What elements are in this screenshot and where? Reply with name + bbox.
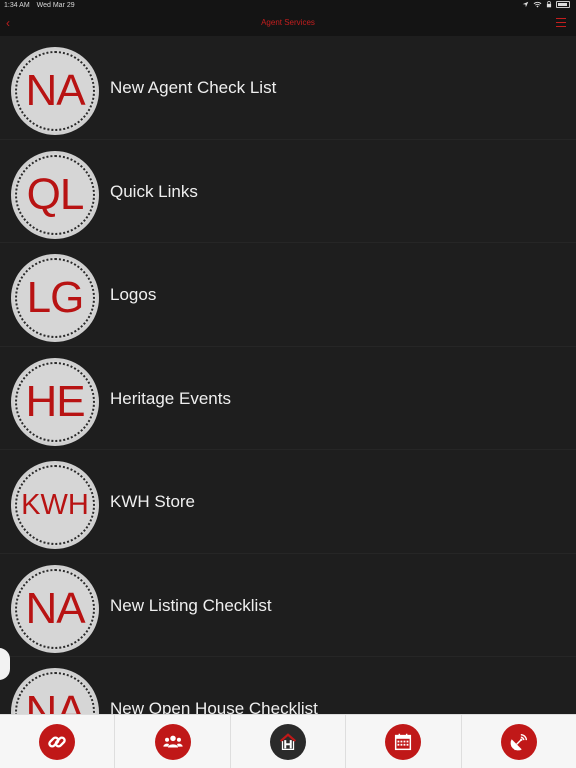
list-item[interactable]: HE Heritage Events [0,347,576,450]
avatar-initials: NA [25,687,85,714]
satellite-dish-icon [510,733,527,750]
tab-people[interactable] [115,715,231,768]
list-item[interactable]: NA New Open House Checklist [0,657,576,714]
tab-button[interactable] [39,723,76,760]
avatar-initials: HE [25,376,85,426]
list-item[interactable]: NA New Agent Check List [0,36,576,140]
status-time: 1:34 AM [4,2,30,9]
avatar-initials: NA [25,66,85,115]
tab-button[interactable] [270,723,307,760]
orientation-lock-icon [546,1,552,8]
avatar: LG [11,254,99,342]
avatar: KWH [11,461,99,549]
list-item-label: KWH Store [110,492,196,511]
location-icon [522,1,529,8]
services-list: NA New Agent Check List QL Quick Links L… [0,36,576,714]
list-item-label: Logos [110,285,157,304]
avatar-initials: NA [25,583,85,633]
list-item[interactable]: LG Logos [0,243,576,347]
tab-links[interactable] [0,715,116,768]
list-item-label: Heritage Events [110,388,231,408]
list-item-label: New Agent Check List [110,78,277,97]
avatar: HE [11,357,99,446]
app-window: 1:34 AM Wed Mar 29 ‹ Agent Services NA N… [0,0,576,768]
avatar: NA [11,47,99,135]
avatar-initials: LG [26,273,85,322]
list-item[interactable]: NA New Listing Checklist [0,554,576,657]
home-h-icon [279,732,297,750]
avatar-initials: KWH [21,488,89,521]
tab-button[interactable] [154,723,191,760]
battery-icon [556,1,570,8]
list-item-label: New Listing Checklist [110,595,272,615]
navigation-bar: ‹ Agent Services [0,12,576,36]
link-icon [48,735,66,748]
calendar-icon [395,733,412,750]
list-item-label: Quick Links [110,181,198,201]
tab-calendar[interactable] [346,715,462,768]
tab-broadcast[interactable] [462,715,576,768]
list-item[interactable]: KWH KWH Store [0,450,576,554]
avatar: QL [11,150,99,239]
list-item[interactable]: QL Quick Links [0,140,576,243]
hamburger-menu-icon[interactable] [556,18,566,27]
tab-bar [0,714,576,768]
status-bar: 1:34 AM Wed Mar 29 [0,0,576,12]
avatar-initials: QL [26,169,85,219]
status-date: Wed Mar 29 [36,2,75,9]
tab-button[interactable] [385,723,422,760]
tab-button[interactable] [500,723,537,760]
list-item-label: New Open House Checklist [110,699,318,714]
page-title: Agent Services [261,18,315,27]
avatar: NA [11,564,99,653]
tab-home[interactable] [231,715,347,768]
wifi-icon [533,1,542,8]
people-icon [162,735,183,747]
avatar: NA [11,668,99,714]
